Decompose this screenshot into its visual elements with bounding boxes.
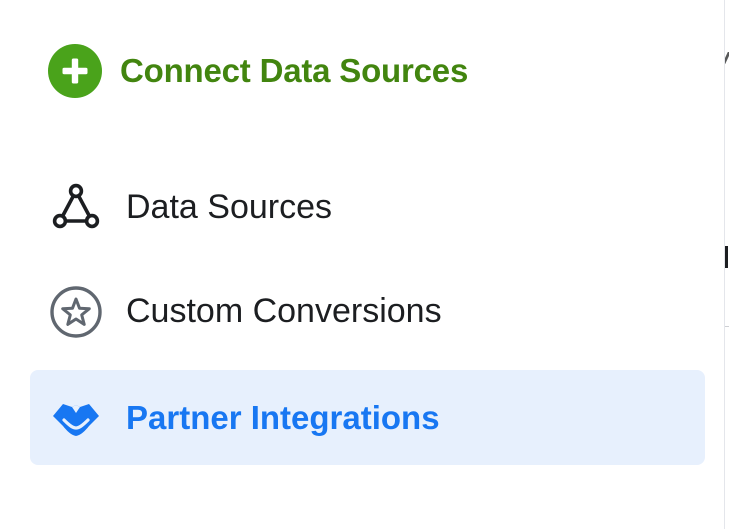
connect-data-sources-label: Connect Data Sources: [120, 52, 469, 89]
handshake-icon: [48, 390, 104, 446]
triangle-nodes-icon: [48, 180, 104, 236]
sidebar-panel: Connect Data Sources Data Sources Custom…: [0, 0, 724, 529]
sidebar-item-label: Custom Conversions: [126, 292, 442, 330]
sidebar-item-label: Data Sources: [126, 188, 332, 226]
plus-circle-icon: [48, 44, 102, 98]
star-circle-icon: [48, 284, 104, 340]
sidebar-item-custom-conversions[interactable]: Custom Conversions: [30, 264, 705, 359]
sidebar-item-data-sources[interactable]: Data Sources: [30, 160, 705, 255]
adjacent-text-edge: [725, 246, 728, 268]
sidebar-item-partner-integrations[interactable]: Partner Integrations: [30, 370, 705, 465]
adjacent-divider-edge: [725, 326, 729, 327]
adjacent-panel-edge: [725, 0, 729, 529]
sidebar-item-label: Partner Integrations: [126, 398, 440, 436]
connect-data-sources-button[interactable]: Connect Data Sources: [48, 44, 468, 98]
close-icon-edge[interactable]: [725, 52, 729, 64]
